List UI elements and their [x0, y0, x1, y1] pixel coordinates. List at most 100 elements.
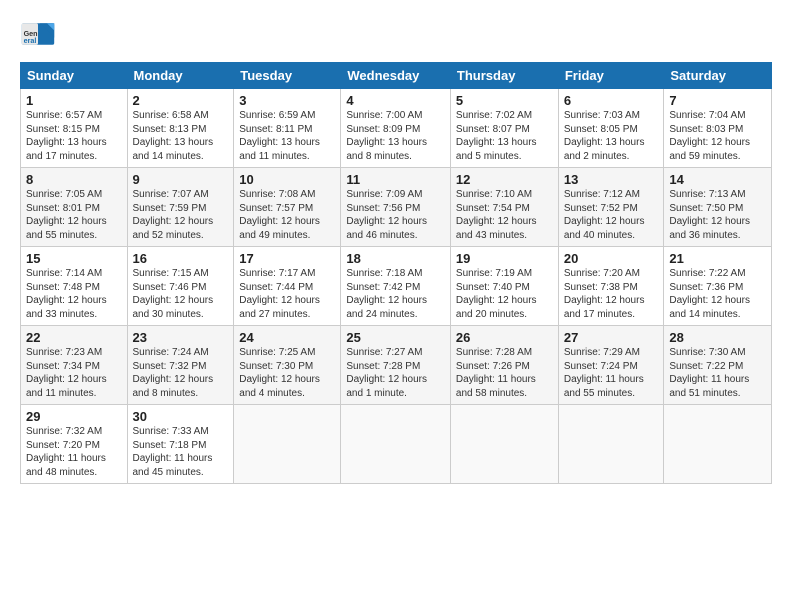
calendar-cell: 27Sunrise: 7:29 AMSunset: 7:24 PMDayligh…: [558, 326, 664, 405]
week-row-2: 8Sunrise: 7:05 AMSunset: 8:01 PMDaylight…: [21, 168, 772, 247]
day-number: 12: [456, 172, 553, 187]
day-info: Sunrise: 6:58 AMSunset: 8:13 PMDaylight:…: [133, 109, 229, 163]
day-info: Sunrise: 7:23 AMSunset: 7:34 PMDaylight:…: [26, 346, 122, 400]
calendar-cell: 18Sunrise: 7:18 AMSunset: 7:42 PMDayligh…: [341, 247, 451, 326]
calendar-cell: [664, 405, 772, 484]
calendar-cell: 2Sunrise: 6:58 AMSunset: 8:13 PMDaylight…: [127, 89, 234, 168]
svg-text:eral: eral: [24, 36, 37, 45]
calendar-cell: 15Sunrise: 7:14 AMSunset: 7:48 PMDayligh…: [21, 247, 128, 326]
day-info: Sunrise: 7:13 AMSunset: 7:50 PMDaylight:…: [669, 188, 766, 242]
calendar-cell: 20Sunrise: 7:20 AMSunset: 7:38 PMDayligh…: [558, 247, 664, 326]
day-number: 19: [456, 251, 553, 266]
day-info: Sunrise: 7:19 AMSunset: 7:40 PMDaylight:…: [456, 267, 553, 321]
day-info: Sunrise: 7:17 AMSunset: 7:44 PMDaylight:…: [239, 267, 335, 321]
day-info: Sunrise: 7:09 AMSunset: 7:56 PMDaylight:…: [346, 188, 445, 242]
day-number: 16: [133, 251, 229, 266]
calendar-cell: 23Sunrise: 7:24 AMSunset: 7:32 PMDayligh…: [127, 326, 234, 405]
calendar-cell: 21Sunrise: 7:22 AMSunset: 7:36 PMDayligh…: [664, 247, 772, 326]
calendar-cell: 24Sunrise: 7:25 AMSunset: 7:30 PMDayligh…: [234, 326, 341, 405]
day-info: Sunrise: 7:08 AMSunset: 7:57 PMDaylight:…: [239, 188, 335, 242]
day-number: 30: [133, 409, 229, 424]
day-info: Sunrise: 6:59 AMSunset: 8:11 PMDaylight:…: [239, 109, 335, 163]
day-number: 17: [239, 251, 335, 266]
day-number: 8: [26, 172, 122, 187]
day-info: Sunrise: 7:02 AMSunset: 8:07 PMDaylight:…: [456, 109, 553, 163]
calendar-cell: 17Sunrise: 7:17 AMSunset: 7:44 PMDayligh…: [234, 247, 341, 326]
calendar: SundayMondayTuesdayWednesdayThursdayFrid…: [20, 62, 772, 484]
calendar-cell: [558, 405, 664, 484]
calendar-body: 1Sunrise: 6:57 AMSunset: 8:15 PMDaylight…: [21, 89, 772, 484]
day-info: Sunrise: 7:27 AMSunset: 7:28 PMDaylight:…: [346, 346, 445, 400]
calendar-cell: [341, 405, 451, 484]
day-number: 29: [26, 409, 122, 424]
day-info: Sunrise: 7:29 AMSunset: 7:24 PMDaylight:…: [564, 346, 659, 400]
day-info: Sunrise: 7:12 AMSunset: 7:52 PMDaylight:…: [564, 188, 659, 242]
day-number: 14: [669, 172, 766, 187]
week-row-1: 1Sunrise: 6:57 AMSunset: 8:15 PMDaylight…: [21, 89, 772, 168]
day-info: Sunrise: 6:57 AMSunset: 8:15 PMDaylight:…: [26, 109, 122, 163]
calendar-cell: 14Sunrise: 7:13 AMSunset: 7:50 PMDayligh…: [664, 168, 772, 247]
day-number: 13: [564, 172, 659, 187]
day-info: Sunrise: 7:03 AMSunset: 8:05 PMDaylight:…: [564, 109, 659, 163]
calendar-cell: 10Sunrise: 7:08 AMSunset: 7:57 PMDayligh…: [234, 168, 341, 247]
day-number: 18: [346, 251, 445, 266]
calendar-cell: 1Sunrise: 6:57 AMSunset: 8:15 PMDaylight…: [21, 89, 128, 168]
calendar-cell: 22Sunrise: 7:23 AMSunset: 7:34 PMDayligh…: [21, 326, 128, 405]
calendar-header-row: SundayMondayTuesdayWednesdayThursdayFrid…: [21, 63, 772, 89]
calendar-cell: 30Sunrise: 7:33 AMSunset: 7:18 PMDayligh…: [127, 405, 234, 484]
calendar-cell: 26Sunrise: 7:28 AMSunset: 7:26 PMDayligh…: [450, 326, 558, 405]
logo-icon: Gen eral: [20, 16, 56, 52]
day-info: Sunrise: 7:32 AMSunset: 7:20 PMDaylight:…: [26, 425, 122, 479]
calendar-cell: [234, 405, 341, 484]
calendar-cell: 7Sunrise: 7:04 AMSunset: 8:03 PMDaylight…: [664, 89, 772, 168]
day-number: 10: [239, 172, 335, 187]
day-info: Sunrise: 7:20 AMSunset: 7:38 PMDaylight:…: [564, 267, 659, 321]
day-number: 6: [564, 93, 659, 108]
day-number: 28: [669, 330, 766, 345]
day-number: 22: [26, 330, 122, 345]
day-info: Sunrise: 7:15 AMSunset: 7:46 PMDaylight:…: [133, 267, 229, 321]
day-header-thursday: Thursday: [450, 63, 558, 89]
day-header-sunday: Sunday: [21, 63, 128, 89]
day-number: 24: [239, 330, 335, 345]
week-row-3: 15Sunrise: 7:14 AMSunset: 7:48 PMDayligh…: [21, 247, 772, 326]
day-info: Sunrise: 7:30 AMSunset: 7:22 PMDaylight:…: [669, 346, 766, 400]
day-header-wednesday: Wednesday: [341, 63, 451, 89]
day-number: 25: [346, 330, 445, 345]
day-header-saturday: Saturday: [664, 63, 772, 89]
day-number: 21: [669, 251, 766, 266]
day-info: Sunrise: 7:18 AMSunset: 7:42 PMDaylight:…: [346, 267, 445, 321]
day-info: Sunrise: 7:04 AMSunset: 8:03 PMDaylight:…: [669, 109, 766, 163]
calendar-cell: 13Sunrise: 7:12 AMSunset: 7:52 PMDayligh…: [558, 168, 664, 247]
day-header-tuesday: Tuesday: [234, 63, 341, 89]
calendar-cell: 16Sunrise: 7:15 AMSunset: 7:46 PMDayligh…: [127, 247, 234, 326]
calendar-cell: 9Sunrise: 7:07 AMSunset: 7:59 PMDaylight…: [127, 168, 234, 247]
day-info: Sunrise: 7:14 AMSunset: 7:48 PMDaylight:…: [26, 267, 122, 321]
calendar-cell: [450, 405, 558, 484]
day-number: 7: [669, 93, 766, 108]
calendar-cell: 11Sunrise: 7:09 AMSunset: 7:56 PMDayligh…: [341, 168, 451, 247]
calendar-cell: 12Sunrise: 7:10 AMSunset: 7:54 PMDayligh…: [450, 168, 558, 247]
calendar-cell: 4Sunrise: 7:00 AMSunset: 8:09 PMDaylight…: [341, 89, 451, 168]
day-number: 20: [564, 251, 659, 266]
day-number: 15: [26, 251, 122, 266]
day-number: 4: [346, 93, 445, 108]
day-number: 1: [26, 93, 122, 108]
week-row-5: 29Sunrise: 7:32 AMSunset: 7:20 PMDayligh…: [21, 405, 772, 484]
day-info: Sunrise: 7:00 AMSunset: 8:09 PMDaylight:…: [346, 109, 445, 163]
day-info: Sunrise: 7:28 AMSunset: 7:26 PMDaylight:…: [456, 346, 553, 400]
day-info: Sunrise: 7:22 AMSunset: 7:36 PMDaylight:…: [669, 267, 766, 321]
logo: Gen eral: [20, 16, 60, 52]
calendar-cell: 29Sunrise: 7:32 AMSunset: 7:20 PMDayligh…: [21, 405, 128, 484]
week-row-4: 22Sunrise: 7:23 AMSunset: 7:34 PMDayligh…: [21, 326, 772, 405]
calendar-cell: 8Sunrise: 7:05 AMSunset: 8:01 PMDaylight…: [21, 168, 128, 247]
calendar-cell: 28Sunrise: 7:30 AMSunset: 7:22 PMDayligh…: [664, 326, 772, 405]
day-info: Sunrise: 7:33 AMSunset: 7:18 PMDaylight:…: [133, 425, 229, 479]
day-number: 26: [456, 330, 553, 345]
calendar-cell: 3Sunrise: 6:59 AMSunset: 8:11 PMDaylight…: [234, 89, 341, 168]
day-info: Sunrise: 7:24 AMSunset: 7:32 PMDaylight:…: [133, 346, 229, 400]
day-info: Sunrise: 7:07 AMSunset: 7:59 PMDaylight:…: [133, 188, 229, 242]
day-number: 5: [456, 93, 553, 108]
day-number: 27: [564, 330, 659, 345]
calendar-cell: 6Sunrise: 7:03 AMSunset: 8:05 PMDaylight…: [558, 89, 664, 168]
